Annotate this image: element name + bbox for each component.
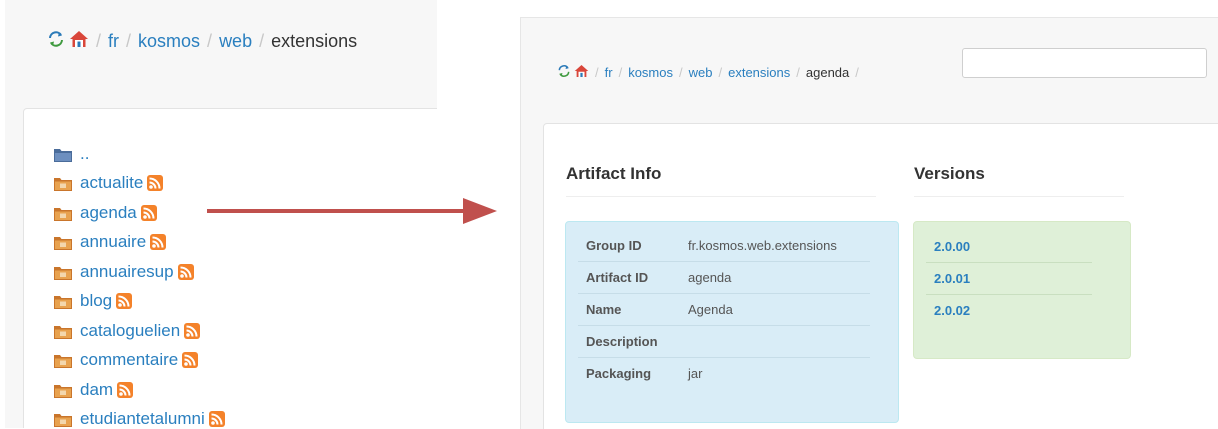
folder-icon — [54, 176, 72, 192]
list-item[interactable]: dam — [54, 375, 225, 405]
rss-feed-icon[interactable] — [177, 263, 194, 280]
info-value: jar — [680, 357, 870, 389]
directory-listing-panel: .. actualite agenda annuaire annuairesup blo… — [23, 108, 437, 428]
heading-divider — [566, 196, 876, 197]
list-item[interactable]: annuairesup — [54, 257, 225, 287]
breadcrumb-separator: / — [796, 64, 800, 80]
version-link[interactable]: 2.0.00 — [934, 239, 970, 254]
rss-feed-icon[interactable] — [140, 204, 157, 221]
artifact-content-panel: Artifact Info Versions Group ID fr.kosmo… — [543, 123, 1218, 429]
breadcrumb-current: agenda — [805, 64, 850, 80]
breadcrumb-link-fr[interactable]: fr — [605, 65, 613, 80]
list-item[interactable]: commentaire — [54, 346, 225, 376]
list-item[interactable]: agenda — [54, 198, 225, 228]
parent-directory-link[interactable]: .. — [80, 144, 89, 164]
list-item[interactable]: actualite — [54, 169, 225, 199]
info-label: Packaging — [578, 357, 680, 389]
directory-list: .. actualite agenda annuaire annuairesup blo… — [54, 139, 225, 428]
version-item[interactable]: 2.0.01 — [926, 262, 1092, 294]
folder-link[interactable]: cataloguelien — [80, 321, 180, 341]
rss-feed-icon[interactable] — [184, 322, 201, 339]
versions-list: 2.0.00 2.0.01 2.0.02 — [926, 231, 1092, 326]
folder-link[interactable]: dam — [80, 380, 113, 400]
home-icon[interactable] — [69, 30, 89, 53]
version-link[interactable]: 2.0.01 — [934, 271, 970, 286]
rss-feed-icon[interactable] — [182, 352, 199, 369]
list-item-parent[interactable]: .. — [54, 139, 225, 169]
artifact-info-box: Group ID fr.kosmos.web.extensions Artifa… — [565, 221, 899, 423]
path-input[interactable] — [962, 48, 1207, 78]
breadcrumb-separator: / — [618, 64, 623, 80]
versions-box: 2.0.00 2.0.01 2.0.02 — [913, 221, 1131, 359]
info-value: fr.kosmos.web.extensions — [688, 238, 837, 253]
info-row-group-id: Group ID fr.kosmos.web.extensions — [578, 230, 870, 262]
rss-feed-icon[interactable] — [208, 411, 225, 428]
breadcrumb-separator: / — [207, 30, 213, 51]
arrow-right-icon — [207, 198, 497, 224]
info-row-description: Description — [578, 325, 870, 358]
info-row-artifact-id: Artifact ID agenda — [578, 261, 870, 294]
heading-divider — [914, 196, 1124, 197]
artifact-info-table: Group ID fr.kosmos.web.extensions Artifa… — [578, 230, 870, 389]
breadcrumb-separator: / — [679, 64, 683, 80]
breadcrumb-link-web[interactable]: web — [689, 65, 713, 80]
breadcrumb-separator: / — [96, 30, 102, 51]
refresh-icon[interactable] — [557, 64, 571, 81]
folder-link[interactable]: actualite — [80, 173, 143, 193]
left-breadcrumb: / fr / kosmos / web / extensions — [47, 27, 357, 55]
list-item[interactable]: etudiantetalumni — [54, 405, 225, 428]
home-icon[interactable] — [574, 64, 589, 81]
refresh-icon[interactable] — [47, 30, 65, 53]
breadcrumb-separator: / — [259, 30, 265, 51]
breadcrumb-link-fr[interactable]: fr — [108, 31, 119, 52]
breadcrumb-link-kosmos[interactable]: kosmos — [138, 31, 200, 52]
right-breadcrumb: / fr / kosmos / web / extensions / agend… — [557, 62, 865, 82]
folder-icon — [54, 206, 72, 221]
list-item[interactable]: annuaire — [54, 228, 225, 258]
breadcrumb-link-kosmos[interactable]: kosmos — [628, 65, 673, 80]
breadcrumb-current: extensions — [271, 30, 358, 51]
version-link[interactable]: 2.0.02 — [934, 303, 970, 318]
folder-link[interactable]: blog — [80, 291, 112, 311]
breadcrumb-link-extensions[interactable]: extensions — [728, 65, 790, 80]
folder-icon — [54, 235, 72, 251]
breadcrumb-link-web[interactable]: web — [219, 31, 252, 52]
list-item[interactable]: cataloguelien — [54, 316, 225, 346]
folder-link[interactable]: annuairesup — [80, 262, 174, 282]
breadcrumb-separator: / — [855, 64, 859, 80]
folder-icon — [54, 265, 72, 280]
folder-icon — [54, 294, 72, 310]
info-row-name: Name Agenda — [578, 293, 870, 326]
right-screenshot-panel: / fr / kosmos / web / extensions / agend… — [520, 17, 1218, 429]
info-label: Name — [578, 293, 680, 326]
folder-icon — [54, 383, 72, 398]
folder-link[interactable]: etudiantetalumni — [80, 409, 205, 428]
folder-icon — [54, 353, 72, 369]
folder-icon — [54, 324, 72, 339]
breadcrumb-separator: / — [126, 30, 132, 51]
info-label: Artifact ID — [578, 261, 680, 294]
folder-icon — [54, 147, 72, 162]
list-item[interactable]: blog — [54, 287, 225, 317]
rss-feed-icon[interactable] — [147, 175, 164, 192]
folder-link[interactable]: annuaire — [80, 232, 146, 252]
rss-feed-icon[interactable] — [116, 293, 133, 310]
info-value: agenda — [680, 261, 870, 294]
version-item[interactable]: 2.0.02 — [926, 294, 1092, 326]
folder-link[interactable]: agenda — [80, 203, 137, 223]
artifact-info-heading: Artifact Info — [566, 164, 662, 183]
info-label: Description — [578, 325, 680, 358]
info-label: Group ID — [586, 238, 642, 253]
breadcrumb-separator: / — [718, 64, 723, 80]
version-item[interactable]: 2.0.00 — [926, 231, 1092, 262]
breadcrumb-separator: / — [595, 64, 599, 80]
info-row-packaging: Packaging jar — [578, 357, 870, 389]
folder-link[interactable]: commentaire — [80, 350, 178, 370]
versions-heading: Versions — [914, 164, 985, 183]
info-value: Agenda — [680, 293, 870, 326]
rss-feed-icon[interactable] — [150, 234, 167, 251]
rss-feed-icon[interactable] — [117, 381, 134, 398]
folder-icon — [54, 412, 72, 428]
info-value — [680, 325, 870, 358]
